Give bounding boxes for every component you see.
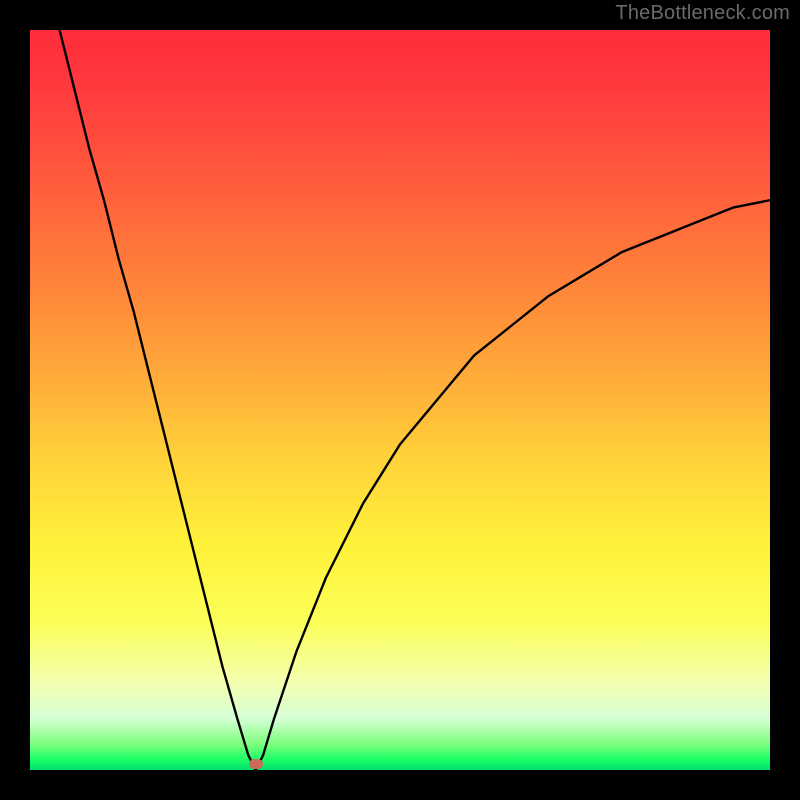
curve-path: [60, 30, 770, 770]
bottleneck-curve: [30, 30, 770, 770]
watermark-text: TheBottleneck.com: [615, 2, 790, 25]
plot-area: [30, 30, 770, 770]
chart-frame: TheBottleneck.com: [0, 0, 800, 800]
optimal-point-marker: [249, 759, 263, 769]
